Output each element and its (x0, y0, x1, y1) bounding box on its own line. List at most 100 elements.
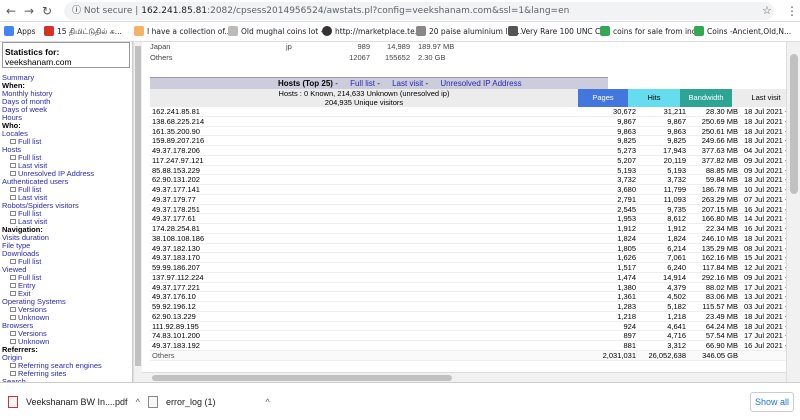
menu-scrollbar-thumb[interactable] (135, 46, 141, 366)
page-icon (416, 26, 426, 36)
bandwidth-value: 64.24 MB (705, 321, 738, 331)
table-row: 49.37.183.170 1,626 7,061 162.16 MB 15 Jul 2… (150, 253, 800, 263)
list-icon (10, 219, 16, 224)
bookmark-item[interactable]: I have a collection of... (134, 25, 232, 39)
hosts-section-title: Hosts (Top 25) (278, 79, 333, 88)
host-ip: 49.37.177.221 (152, 282, 200, 292)
pages-value: 1,283 (617, 302, 636, 311)
bookmark-item[interactable]: 20 paise aluminium lot... (416, 25, 522, 39)
horizontal-scrollbar[interactable] (142, 372, 786, 382)
chevron-up-icon[interactable]: ^ (266, 397, 270, 407)
back-arrow-icon[interactable]: ← (6, 4, 16, 18)
pages-value: 897 (623, 331, 636, 341)
menu-list: Summary When: Monthly history Days of month… (0, 74, 132, 383)
host-ip: 49.37.183.170 (152, 253, 200, 263)
bookmark-item[interactable]: http://marketplace.te... (322, 25, 422, 39)
table-row: 138.68.225.214 9,867 9,867 250.69 MB 18 Jul … (150, 117, 800, 127)
pages-value: 1,805 (617, 243, 636, 253)
bookmark-item[interactable]: Coins -Ancient,Old,N... (694, 25, 791, 39)
table-row: 85.88.153.229 5,193 5,193 88.85 MB 09 Jul 20… (150, 166, 800, 176)
list-icon (10, 315, 16, 320)
hits-value: 6,214 (667, 243, 686, 253)
stats-for-box: Statistics for: veekshanam.com (2, 42, 130, 68)
horizontal-scrollbar-thumb[interactable] (152, 375, 452, 381)
reload-icon[interactable]: ↻ (42, 4, 52, 18)
hits-value: 26,052,638 (648, 350, 686, 360)
url-input[interactable]: ⓘ Not secure | 162.241.85.81:2082/cpsess… (64, 2, 774, 20)
info-icon[interactable]: ⓘ (72, 6, 84, 16)
table-row: 162.241.85.81 30,672 31,211 28.30 MB 18 Jul … (150, 107, 800, 117)
bandwidth-value: 59.84 MB (705, 175, 738, 185)
hits-value: 11,093 (663, 194, 686, 204)
q-logo-icon (694, 26, 704, 36)
hosts-summary-line1: Hosts : 0 Known, 214,633 Unknown (unreso… (278, 89, 450, 98)
hosts-last-visit-link[interactable]: Last visit (392, 79, 423, 88)
host-ip: 49.37.177.61 (152, 214, 196, 224)
menu-icon[interactable]: ⋮ (786, 4, 798, 18)
pages-value: 9,867 (617, 116, 636, 126)
list-icon (10, 171, 16, 176)
pages-value: 3,732 (617, 175, 636, 185)
col-header-pages: Pages (578, 89, 628, 107)
bookmark-apps[interactable]: Apps (4, 25, 36, 39)
url-separator: | (135, 6, 139, 16)
bandwidth-value: 22.34 MB (705, 224, 738, 233)
hosts-summary: Hosts : 0 Known, 214,633 Unknown (unreso… (150, 89, 578, 107)
pages-value: 1,626 (617, 253, 636, 263)
forward-arrow-icon[interactable]: → (24, 4, 34, 18)
hosts-full-list-link[interactable]: Full list (350, 79, 375, 88)
host-ip: 85.88.153.229 (152, 165, 200, 175)
pages-value: 2,791 (617, 194, 636, 204)
pages-value: 5,273 (617, 146, 636, 155)
host-ip: 159.89.207.216 (152, 136, 205, 146)
others-label: Others (150, 53, 173, 62)
hosts-unresolved-ip-link[interactable]: Unresolved IP Address (440, 79, 521, 88)
pages-value: 12067 (349, 53, 370, 62)
host-ip: 161.35.200.90 (152, 126, 200, 136)
bandwidth-value: 189.97 MB (418, 42, 455, 51)
bandwidth-value: 263.29 MB (701, 194, 738, 204)
bookmark-item[interactable]: 15 திமிட்டுதில் சு... (44, 25, 122, 39)
page-icon (508, 26, 518, 36)
download-item-log[interactable]: error_log (1) ^ (148, 391, 270, 413)
host-ip: 49.37.179.77 (152, 194, 196, 204)
host-ip: 62.90.131.202 (152, 175, 200, 185)
hits-value: 14,914 (663, 272, 686, 282)
bookmark-item[interactable]: Old mughal coins lot -... (228, 25, 330, 39)
menu-scrollbar[interactable] (133, 42, 142, 382)
hits-value: 3,732 (667, 175, 686, 185)
list-icon (10, 211, 16, 216)
awstats-menu-frame: Statistics for: veekshanam.com Summary Wh… (0, 42, 133, 382)
host-ip: 174.28.254.81 (152, 224, 200, 233)
pages-value: 9,825 (617, 136, 636, 146)
host-ip: 62.90.13.229 (152, 311, 196, 321)
page-scrollbar-thumb[interactable] (790, 54, 798, 194)
list-icon (10, 283, 16, 288)
downloads-bar: Veekshanam BW In....pdf ^ error_log (1) ^ … (0, 382, 800, 420)
hits-value: 20,119 (663, 155, 686, 165)
table-row: 74.83.101.200 897 4,716 57.54 MB 17 Jul 2021… (150, 331, 800, 341)
pages-value: 5,207 (617, 155, 636, 165)
download-item-pdf[interactable]: Veekshanam BW In....pdf ^ (8, 391, 140, 413)
hosts-section-header: Hosts (Top 25) - Full list - Last visit … (150, 77, 608, 89)
bandwidth-value: 292.16 MB (701, 272, 738, 282)
chevron-up-icon[interactable]: ^ (136, 397, 140, 407)
awstats-main-frame: Japan jp 989 14,989 189.97 MB Others 120… (142, 42, 800, 382)
list-icon (10, 307, 16, 312)
page-scrollbar[interactable] (786, 42, 800, 382)
hits-value: 3,312 (667, 341, 686, 350)
host-ip: 38.108.108.186 (152, 233, 205, 243)
list-icon (10, 363, 16, 368)
list-icon (10, 331, 16, 336)
bookmark-item[interactable]: coins for sale from ind... (600, 25, 704, 39)
table-row: 111.92.89.195 924 4,641 64.24 MB 18 Jul 2021… (150, 322, 800, 332)
host-ip: 59.92.196.12 (152, 302, 196, 311)
q-logo-icon (600, 26, 610, 36)
show-all-button[interactable]: Show all (750, 392, 794, 412)
v-logo-icon (322, 26, 332, 36)
host-ip: 74.83.101.200 (152, 331, 200, 341)
bandwidth-value: 23.49 MB (705, 311, 738, 321)
bookmark-star-icon[interactable]: ☆ (762, 4, 772, 17)
bandwidth-value: 377.63 MB (701, 146, 738, 155)
bookmark-item[interactable]: Very Rare 100 UNC C... (508, 25, 607, 39)
